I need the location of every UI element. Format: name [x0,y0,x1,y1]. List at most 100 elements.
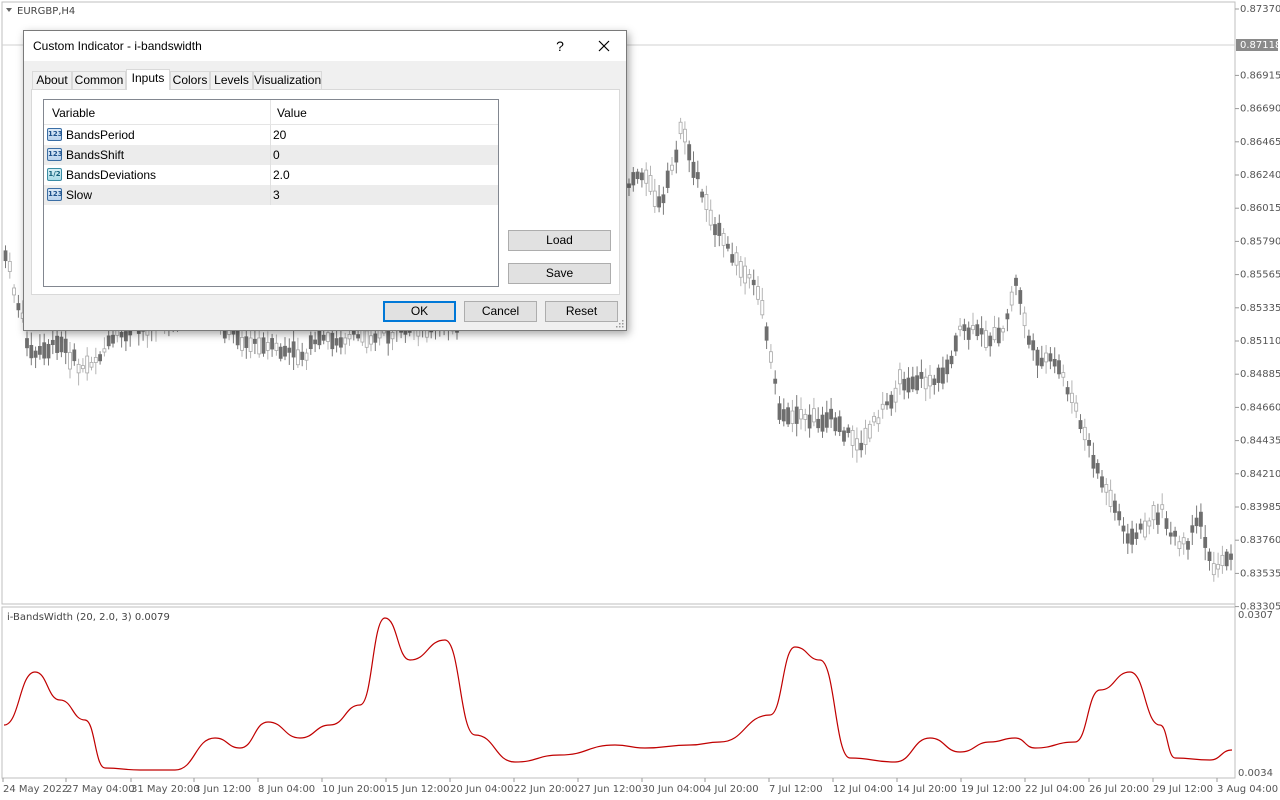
candle-body [928,374,932,387]
candle-body [1022,312,1027,327]
dialog-titlebar[interactable]: Custom Indicator - i-bandswidth ? [24,31,626,61]
candle-body [1039,357,1044,367]
variable-value[interactable]: 0 [273,148,280,162]
tab-levels[interactable]: Levels [210,71,253,89]
time-tick-label: 26 Jul 20:00 [1089,784,1149,795]
candle-body [683,128,687,143]
candle-body [313,339,318,345]
candle-body [872,415,876,423]
time-tick-label: 29 Jul 12:00 [1153,784,1213,795]
candle-body [773,378,778,384]
variable-name: BandsPeriod [66,128,135,142]
column-header-variable[interactable]: Variable [52,106,95,120]
tab-colors[interactable]: Colors [170,71,210,89]
candle-body [996,327,1001,344]
variable-value[interactable]: 2.0 [273,168,290,182]
candle-body [1147,520,1152,527]
candle-body [910,376,915,390]
candle-body [93,356,98,363]
variable-value[interactable]: 20 [273,128,286,142]
candle-body [334,338,339,346]
candle-body [55,335,59,353]
tab-about[interactable]: About [32,71,72,89]
candle-body [799,409,803,420]
candle-body [915,375,919,391]
tab-common[interactable]: Common [72,71,126,89]
candle-body [743,265,747,284]
table-row[interactable]: 1/2 BandsDeviations 2.0 [44,165,498,185]
save-button[interactable]: Save [508,263,611,284]
candle-body [657,196,661,208]
price-tick-label: 0.84660 [1240,402,1280,413]
candle-body [1168,532,1173,537]
reset-button[interactable]: Reset [545,301,618,322]
candle-body [975,324,980,337]
candle-body [111,334,115,344]
variable-value[interactable]: 3 [273,188,280,202]
candle-body [261,337,266,354]
candle-body [1074,402,1079,412]
candle-body [695,172,700,180]
candle-body [1044,352,1048,363]
candle-body [1186,541,1190,550]
tab-visualization[interactable]: Visualization [253,71,322,89]
candle-body [1035,349,1040,366]
candle-body [812,408,816,423]
column-header-value[interactable]: Value [277,106,307,120]
table-row[interactable]: 123 Slow 3 [44,185,498,205]
candle-body [356,334,361,339]
price-axis: 0.87370 0.86915 0.86690 0.86465 0.86240 0.860… [1235,4,1280,613]
candle-body [1052,358,1057,367]
load-button[interactable]: Load [508,230,611,251]
candle-body [949,355,954,365]
candle-body [717,222,722,236]
inputs-panel: Variable Value 123 BandsPeriod 20 123 Ba… [31,89,620,295]
table-row[interactable]: 123 BandsPeriod 20 [44,125,498,145]
candle-body [734,252,739,266]
price-tick-label: 0.85110 [1240,336,1280,347]
close-button[interactable] [588,36,620,56]
candle-body [687,144,692,161]
candle-body [1091,454,1096,469]
candle-body [295,349,300,366]
candle-body [1104,484,1109,493]
cancel-button[interactable]: Cancel [464,301,537,322]
candle-body [842,430,846,442]
candle-body [42,342,47,359]
price-tick-label: 0.86690 [1240,104,1280,115]
time-tick-label: 3 Aug 04:00 [1217,784,1278,795]
time-tick-label: 19 Jul 12:00 [961,784,1021,795]
candle-body [364,330,369,348]
candle-body [1224,551,1229,567]
price-tick-label: 0.83535 [1240,568,1280,579]
symbol-label: EURGBP,H4 [17,6,75,17]
help-button[interactable]: ? [546,36,574,56]
candle-body [627,183,631,188]
time-axis: 24 May 202227 May 04:0031 May 20:003 Jun… [2,778,1278,795]
candle-body [760,300,765,316]
candle-body [953,335,958,352]
candle-body [738,261,743,278]
resize-grip-icon[interactable] [614,318,624,328]
time-tick-label: 12 Jul 04:00 [833,784,893,795]
tab-inputs[interactable]: Inputs [126,69,170,90]
price-tick-label: 0.87370 [1240,4,1280,15]
candle-body [932,378,937,386]
candle-body [1100,476,1104,488]
time-tick-label: 4 Jul 20:00 [705,784,759,795]
candle-body [704,194,709,210]
table-row[interactable]: 123 BandsShift 0 [44,145,498,165]
symbol-title: EURGBP,H4 [6,6,75,17]
candle-body [1216,563,1220,570]
candle-body [33,350,38,358]
candle-body [902,378,907,391]
candle-body [81,365,85,370]
candle-body [38,346,42,355]
candle-body [966,327,971,340]
time-tick-label: 3 Jun 12:00 [194,784,251,795]
candle-body [1117,511,1122,521]
time-tick-label: 8 Jun 04:00 [258,784,315,795]
price-tick-label: 0.86465 [1240,137,1280,148]
candle-body [906,377,911,393]
ok-button[interactable]: OK [383,301,456,322]
